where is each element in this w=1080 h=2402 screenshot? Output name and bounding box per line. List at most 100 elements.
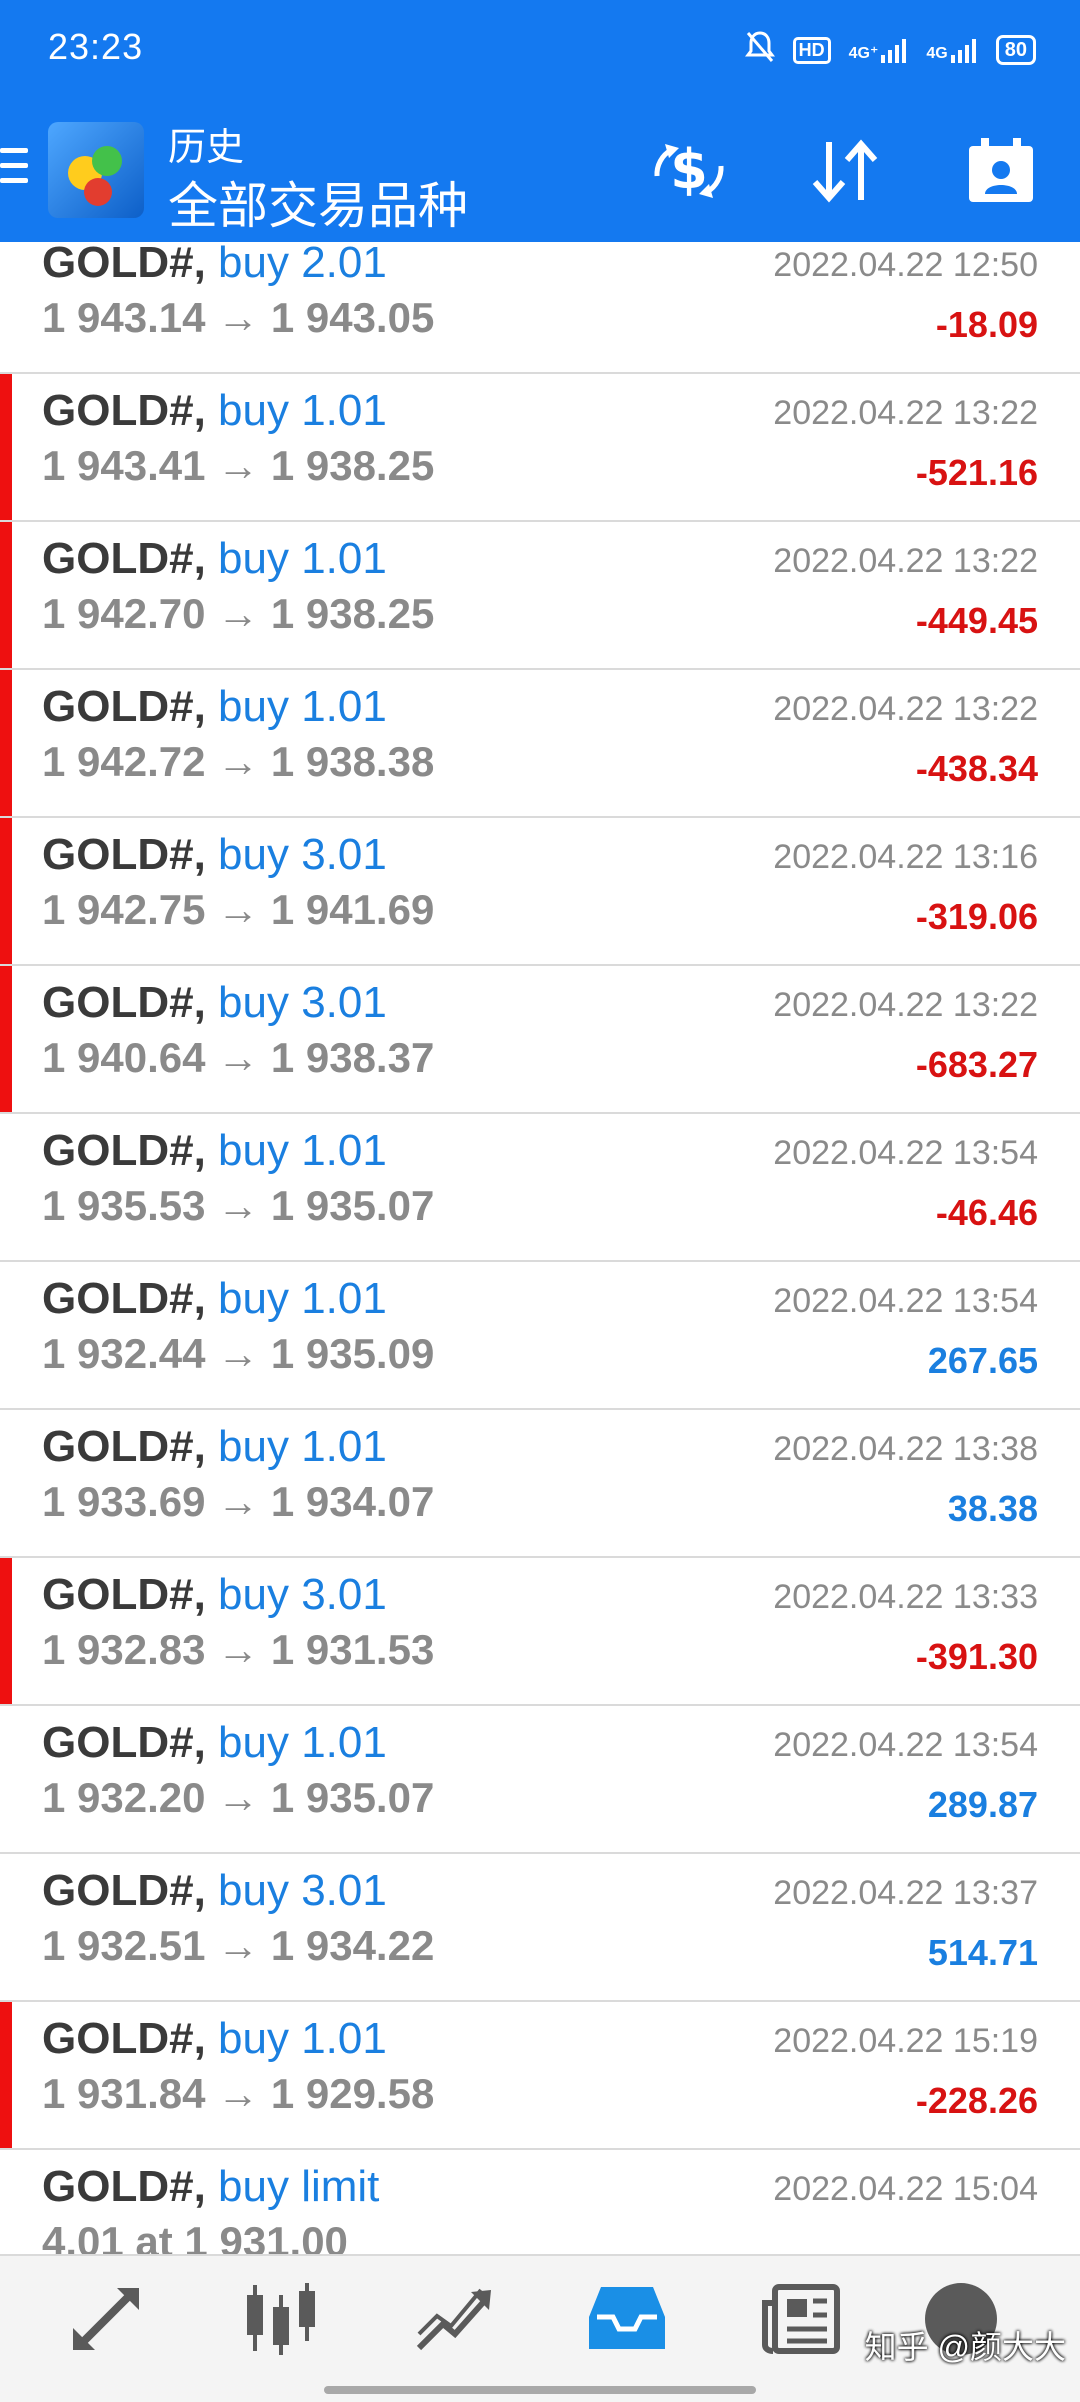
trade-symbol: GOLD#, (42, 1274, 206, 1323)
trade-row[interactable]: GOLD#, buy 3.01 1 932.51 → 1 934.22 2022.0… (0, 1854, 1080, 2002)
trade-action: buy 1.01 (218, 534, 387, 583)
trade-profit: -438.34 (915, 748, 1038, 789)
trade-symbol: GOLD#, (42, 830, 206, 879)
trade-time: 2022.04.22 13:22 (773, 690, 1038, 728)
trade-time: 2022.04.22 15:19 (773, 2022, 1038, 2060)
toolbar: 历史 全部交易品种 $ (0, 100, 1080, 242)
menu-icon[interactable] (0, 148, 30, 192)
hd-icon: HD (792, 36, 831, 64)
trade-time: 2022.04.22 13:38 (773, 1430, 1038, 1468)
trade-symbol: GOLD#, (42, 386, 206, 435)
trade-time: 2022.04.22 13:33 (773, 1578, 1038, 1616)
trade-symbol: GOLD#, (42, 682, 206, 731)
currency-exchange-icon[interactable]: $ (646, 128, 732, 214)
trade-row[interactable]: GOLD#, buy 2.01 1 943.14 → 1 943.05 2022.0… (0, 238, 1080, 374)
trade-action: buy 1.01 (218, 1274, 387, 1323)
trade-action: buy 3.01 (218, 1570, 387, 1619)
loss-marker (0, 966, 12, 1112)
bottom-nav: 知乎 @颜大大 (0, 2254, 1080, 2402)
trade-symbol: GOLD#, (42, 534, 206, 583)
trade-row[interactable]: GOLD#, buy 1.01 1 932.44 → 1 935.09 2022.0… (0, 1262, 1080, 1410)
trade-action: buy 1.01 (218, 386, 387, 435)
trade-row[interactable]: GOLD#, buy 1.01 1 942.72 → 1 938.38 2022.0… (0, 670, 1080, 818)
trade-row[interactable]: GOLD#, buy 1.01 1 931.84 → 1 929.58 2022.0… (0, 2002, 1080, 2150)
loss-marker (0, 522, 12, 668)
trade-action: buy 1.01 (218, 1126, 387, 1175)
trade-action: buy 3.01 (218, 830, 387, 879)
trade-action: buy 2.01 (218, 238, 387, 287)
trade-profit: 267.65 (927, 1340, 1038, 1381)
trade-row[interactable]: GOLD#, buy 1.01 1 935.53 → 1 935.07 2022.0… (0, 1114, 1080, 1262)
trade-profit: -228.26 (915, 2080, 1038, 2121)
trade-profit: 514.71 (927, 1932, 1038, 1973)
trade-row[interactable]: GOLD#, buy 1.01 1 942.70 → 1 938.25 2022.0… (0, 522, 1080, 670)
trade-title: GOLD#, buy 1.01 (42, 534, 387, 584)
trade-row[interactable]: GOLD#, buy 3.01 1 932.83 → 1 931.53 2022.0… (0, 1558, 1080, 1706)
status-time: 23:23 (48, 26, 144, 67)
trade-profit: -449.45 (915, 600, 1038, 641)
trade-symbol: GOLD#, (42, 2162, 206, 2211)
trade-row[interactable]: GOLD#, buy 1.01 1 943.41 → 1 938.25 2022.0… (0, 374, 1080, 522)
trade-action: buy 3.01 (218, 978, 387, 1027)
trade-symbol: GOLD#, (42, 1718, 206, 1767)
trade-profit: -46.46 (935, 1192, 1038, 1233)
trade-time: 2022.04.22 13:37 (773, 1874, 1038, 1912)
calendar-user-icon[interactable] (958, 128, 1044, 214)
trade-profit: -683.27 (915, 1044, 1038, 1085)
trade-icon[interactable] (410, 2274, 500, 2364)
page-title: 历史 (168, 127, 245, 169)
trade-prices: 1 942.70 → 1 938.25 (42, 590, 435, 637)
trade-title: GOLD#, buy 2.01 (42, 238, 387, 288)
trade-title: GOLD#, buy 3.01 (42, 830, 387, 880)
trade-profit: 289.87 (927, 1784, 1038, 1825)
sort-icon[interactable] (802, 128, 888, 214)
trade-action: buy 1.01 (218, 1718, 387, 1767)
trade-time: 2022.04.22 13:54 (773, 1726, 1038, 1764)
trade-symbol: GOLD#, (42, 1866, 206, 1915)
chart-candles-icon[interactable] (236, 2274, 326, 2364)
trade-title: GOLD#, buy 1.01 (42, 386, 387, 436)
trade-prices: 1 942.72 → 1 938.38 (42, 738, 435, 785)
trade-time: 2022.04.22 13:54 (773, 1134, 1038, 1172)
trade-prices: 1 942.75 → 1 941.69 (42, 886, 435, 933)
net-label-2: 4G (926, 45, 948, 62)
trade-symbol: GOLD#, (42, 978, 206, 1027)
trade-action: buy 1.01 (218, 2014, 387, 2063)
battery-icon: 80 (995, 35, 1036, 65)
trade-row[interactable]: GOLD#, buy 3.01 1 940.64 → 1 938.37 2022.0… (0, 966, 1080, 1114)
trade-row[interactable]: GOLD#, buy 3.01 1 942.75 → 1 941.69 2022.0… (0, 818, 1080, 966)
trade-symbol: GOLD#, (42, 238, 206, 287)
trade-prices: 1 932.51 → 1 934.22 (42, 1922, 435, 1969)
signal-4g-icon: 4G (926, 37, 977, 63)
news-icon[interactable] (756, 2274, 846, 2364)
trade-title: GOLD#, buy 3.01 (42, 1570, 387, 1620)
status-icons: HD 4G⁺ 4G 80 (744, 30, 1036, 70)
trade-profit: 38.38 (947, 1488, 1038, 1529)
trade-profit: -391.30 (915, 1636, 1038, 1677)
trade-title: GOLD#, buy 1.01 (42, 682, 387, 732)
trade-prices: 1 935.53 → 1 935.07 (42, 1182, 435, 1229)
trade-row[interactable]: GOLD#, buy 1.01 1 932.20 → 1 935.07 2022.0… (0, 1706, 1080, 1854)
trade-action: buy 1.01 (218, 682, 387, 731)
watermark: 知乎 @颜大大 (864, 2329, 1066, 2365)
home-indicator[interactable] (324, 2386, 756, 2394)
trade-profit: -18.09 (935, 304, 1038, 345)
trade-row[interactable]: GOLD#, buy 1.01 1 933.69 → 1 934.07 2022.0… (0, 1410, 1080, 1558)
trade-symbol: GOLD#, (42, 1570, 206, 1619)
trade-prices: 1 943.14 → 1 943.05 (42, 294, 435, 341)
trade-title: GOLD#, buy 1.01 (42, 1126, 387, 1176)
trade-profit: -319.06 (915, 896, 1038, 937)
net-label-1: 4G⁺ (848, 45, 879, 62)
trade-title: GOLD#, buy 3.01 (42, 978, 387, 1028)
quotes-icon[interactable] (64, 2274, 154, 2364)
trade-time: 2022.04.22 13:22 (773, 394, 1038, 432)
trade-time: 2022.04.22 12:50 (773, 246, 1038, 284)
trade-title: GOLD#, buy 1.01 (42, 2014, 387, 2064)
trade-title: GOLD#, buy limit (42, 2162, 379, 2212)
trade-prices: 1 943.41 → 1 938.25 (42, 442, 435, 489)
trade-time: 2022.04.22 13:54 (773, 1282, 1038, 1320)
trade-symbol: GOLD#, (42, 2014, 206, 2063)
history-inbox-icon[interactable] (582, 2274, 672, 2364)
symbol-filter[interactable]: 全部交易品种 (168, 166, 468, 238)
trade-time: 2022.04.22 13:16 (773, 838, 1038, 876)
